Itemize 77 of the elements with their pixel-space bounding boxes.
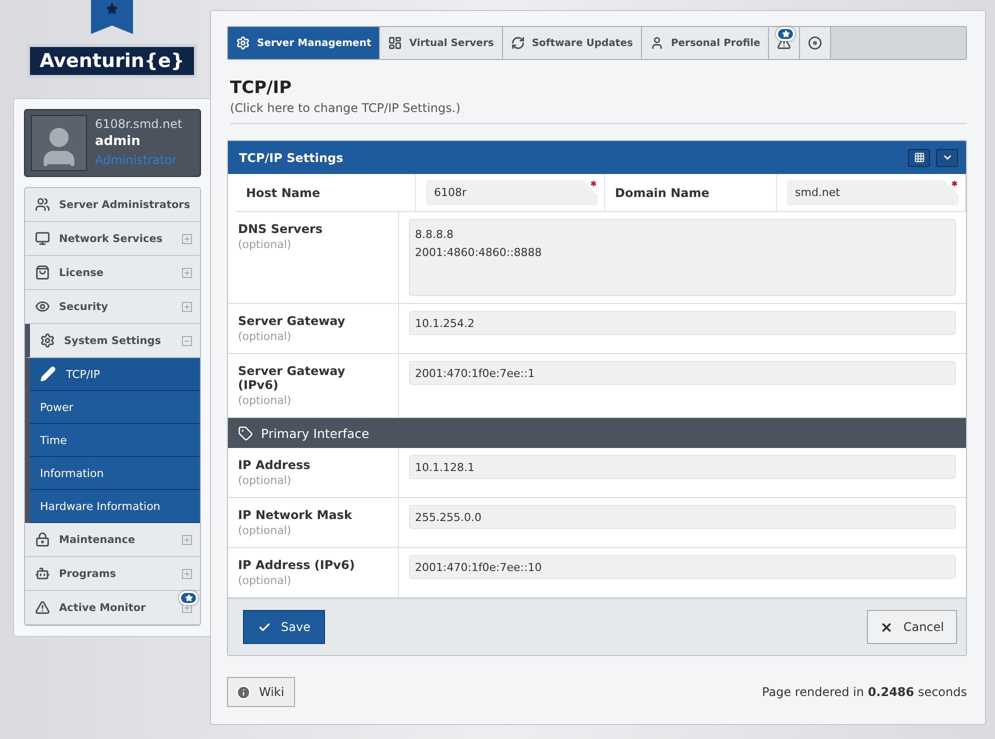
sidebar-item[interactable]: Maintenance	[25, 523, 200, 557]
page-title: TCP/IP	[230, 78, 293, 98]
info-icon	[236, 684, 251, 700]
field-label: IP Network Mask	[238, 508, 353, 522]
gear-icon	[236, 36, 250, 50]
field-hint: (optional)	[238, 330, 292, 343]
star-badge	[179, 591, 198, 605]
sidebar-item[interactable]: Network Services	[25, 222, 200, 256]
input-field[interactable]: 255.255.0.0	[409, 505, 956, 529]
tab[interactable]: Personal Profile	[642, 27, 770, 59]
input-field[interactable]: smd.net	[787, 180, 959, 206]
sidebar-item[interactable]: License	[25, 256, 200, 290]
wiki-button[interactable]: Wiki	[227, 677, 296, 707]
tab[interactable]: Virtual Servers	[380, 27, 503, 59]
star-badge	[776, 27, 796, 41]
render-time: Page rendered in 0.2486 seconds	[762, 685, 967, 699]
sidebar-item[interactable]: Security	[25, 290, 200, 324]
submenu-item[interactable]: TCP/IP	[30, 358, 200, 391]
avatar-icon	[31, 115, 87, 171]
refresh-icon	[510, 36, 525, 50]
text-area[interactable]: 8.8.8.8 2001:4860:4860::8888	[409, 219, 956, 296]
lock-icon	[35, 532, 50, 547]
grid-button[interactable]	[908, 148, 930, 166]
input-field[interactable]: 6108r	[426, 180, 598, 206]
tab[interactable]: Server Management	[228, 27, 380, 59]
save-button[interactable]: Save	[243, 610, 326, 644]
field-label: IP Address	[238, 458, 312, 472]
field-hint: (optional)	[238, 524, 292, 537]
field-label: Host Name	[246, 186, 320, 200]
tab[interactable]	[800, 27, 832, 59]
layout-icon	[388, 36, 402, 50]
monitor-icon	[35, 231, 50, 246]
field-label: Domain Name	[615, 186, 710, 200]
ribbon-icon	[91, 0, 133, 34]
close-icon	[880, 620, 894, 634]
field-label: DNS Servers	[238, 222, 324, 236]
field-hint: (optional)	[238, 238, 292, 251]
users-icon	[35, 197, 50, 212]
submenu-item[interactable]: Time	[30, 424, 200, 457]
field-label: Server Gateway	[238, 314, 346, 328]
dropdown-button[interactable]	[936, 148, 958, 166]
tab[interactable]: Software Updates	[502, 27, 642, 59]
input-field[interactable]: 10.1.128.1	[409, 455, 956, 479]
field-label: IP Address (IPv6)	[238, 558, 356, 572]
bag-icon	[35, 265, 50, 280]
cancel-button[interactable]: Cancel	[867, 610, 957, 644]
sidebar-item[interactable]: Server Administrators	[25, 188, 200, 222]
tab[interactable]	[769, 27, 800, 59]
submenu-item[interactable]: Power	[30, 391, 200, 424]
robot-icon	[35, 566, 50, 581]
pencil-icon	[40, 366, 56, 382]
collapse-icon[interactable]	[182, 336, 192, 346]
submenu-item[interactable]: Information	[30, 457, 200, 490]
input-field[interactable]: 10.1.254.2	[409, 311, 956, 335]
input-field[interactable]: 2001:470:1f0e:7ee::1	[409, 361, 956, 385]
section-header: Primary Interface	[228, 418, 966, 448]
host-name: 6108r.smd.net	[95, 116, 182, 133]
field-hint: (optional)	[238, 474, 292, 487]
submenu-item[interactable]: Hardware Information	[30, 490, 200, 523]
eye-icon	[35, 299, 50, 314]
panel-title: TCP/IP Settings	[239, 150, 344, 164]
gear-icon	[40, 333, 55, 348]
field-hint: (optional)	[238, 394, 292, 407]
check-icon	[258, 620, 271, 634]
field-label: Server Gateway (IPv6)	[238, 364, 346, 392]
user-icon	[650, 36, 664, 50]
input-field[interactable]: 2001:470:1f0e:7ee::10	[409, 555, 956, 579]
logo[interactable]: Aventurin{e}	[26, 44, 198, 78]
warning-icon	[35, 600, 50, 615]
user-name: admin	[95, 133, 142, 151]
page-subtitle[interactable]: (Click here to change TCP/IP Settings.)	[230, 101, 967, 124]
disc-icon	[808, 36, 822, 50]
field-hint: (optional)	[238, 574, 292, 587]
grid-icon	[914, 152, 924, 163]
sidebar-item[interactable]: Programs	[25, 557, 200, 591]
sidebar-item[interactable]: Active Monitor	[25, 591, 200, 625]
tag-icon	[238, 426, 253, 440]
